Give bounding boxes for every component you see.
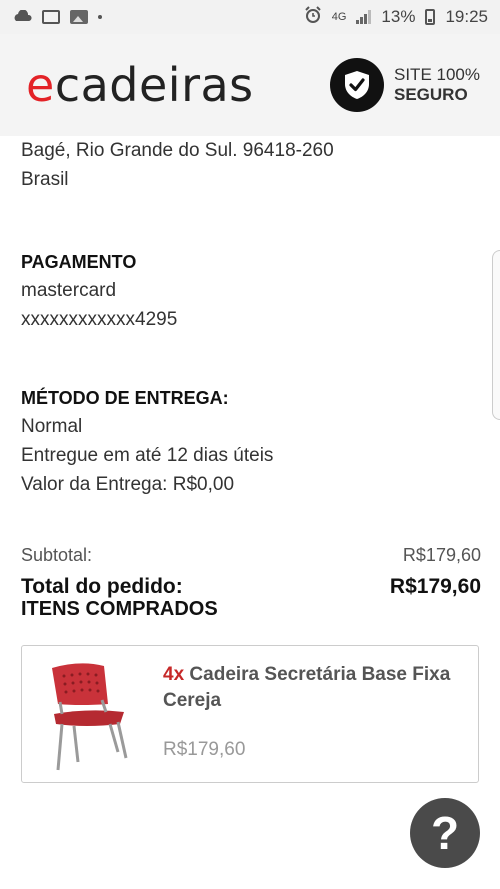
secure-text: SITE 100% SEGURO (394, 65, 480, 106)
items-title: ITENS COMPRADOS (21, 598, 218, 620)
site-logo[interactable]: ecadeiras (26, 58, 254, 112)
status-bar-left (12, 7, 102, 27)
gallery-icon (70, 10, 88, 24)
delivery-eta: Entregue em até 12 dias úteis (21, 445, 274, 466)
total-row: Total do pedido: R$179,60 (21, 576, 481, 598)
question-mark-icon: ? (430, 807, 460, 859)
delivery-title: MÉTODO DE ENTREGA: (21, 388, 229, 408)
subtotal-value: R$179,60 (402, 545, 481, 565)
outlook-icon (42, 10, 60, 24)
address-block: Bagé, Rio Grande do Sul. 96418-260 Brasi… (21, 136, 481, 194)
delivery-type: Normal (21, 416, 83, 437)
total-value: R$179,60 (389, 575, 481, 598)
signal-icon (356, 10, 372, 24)
address-country: Brasil (21, 169, 69, 190)
payment-method: mastercard (21, 280, 117, 301)
logo-rest: cadeiras (54, 58, 254, 112)
clock: 19:25 (445, 7, 488, 26)
status-bar-right: 4G 13% 19:25 (304, 5, 488, 29)
item-title: Cadeira Secretária Base Fixa Cereja (163, 664, 451, 711)
subtotal-row: Subtotal: R$179,60 (21, 545, 481, 566)
order-summary: Subtotal: R$179,60 Total do pedido: R$17… (21, 545, 481, 620)
notification-dot-icon (98, 15, 102, 19)
payment-title: PAGAMENTO (21, 252, 137, 272)
status-bar: 4G 13% 19:25 (0, 0, 500, 34)
item-name[interactable]: 4x Cadeira Secretária Base Fixa Cereja (163, 662, 463, 714)
total-label: Total do pedido: (21, 575, 183, 598)
delivery-block: MÉTODO DE ENTREGA: Normal Entregue em at… (21, 384, 481, 499)
secure-line-1: SITE 100% (394, 64, 480, 84)
network-type: 4G (331, 11, 347, 23)
payment-block: PAGAMENTO mastercard xxxxxxxxxxxx4295 (21, 248, 481, 334)
side-scroll-handle[interactable] (492, 250, 500, 420)
site-header: ecadeiras SITE 100% SEGURO (0, 34, 500, 136)
battery-icon (425, 9, 436, 25)
shield-check-icon (330, 58, 384, 112)
help-button[interactable]: ? (410, 798, 480, 868)
item-qty: 4x (163, 664, 185, 685)
order-details: Bagé, Rio Grande do Sul. 96418-260 Brasi… (21, 136, 481, 620)
card-number: xxxxxxxxxxxx4295 (21, 309, 178, 330)
battery-percent: 13% (381, 7, 416, 26)
alarm-icon (304, 5, 322, 29)
address-city: Bagé, Rio Grande do Sul. 96418-260 (21, 140, 334, 161)
secure-line-2: SEGURO (394, 85, 468, 104)
item-price: R$179,60 (163, 739, 246, 760)
delivery-fee: Valor da Entrega: R$0,00 (21, 474, 235, 495)
logo-first-letter: e (26, 58, 55, 112)
cloud-icon (12, 7, 32, 27)
secure-site-badge: SITE 100% SEGURO (330, 58, 480, 112)
subtotal-label: Subtotal: (21, 545, 93, 565)
chair-image (40, 654, 158, 774)
purchased-item-card[interactable]: 4x Cadeira Secretária Base Fixa Cereja R… (21, 645, 479, 783)
